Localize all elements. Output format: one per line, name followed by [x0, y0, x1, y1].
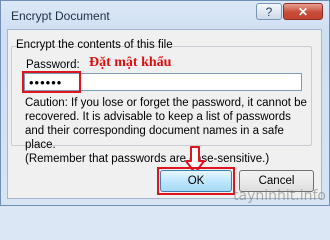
title-bar-buttons: ? ✕: [255, 3, 323, 21]
password-highlight-box: [22, 71, 81, 93]
ok-highlight-box: [157, 167, 235, 195]
password-label: Password:: [26, 59, 80, 71]
dialog-title: Encrypt Document: [11, 9, 110, 23]
caution-text: Caution: If you lose or forget the passw…: [25, 97, 307, 165]
watermark: tayninhit.info: [233, 188, 326, 204]
close-button[interactable]: ✕: [283, 3, 323, 20]
annotation-text: Đặt mật khẩu: [89, 55, 172, 70]
group-legend: Encrypt the contents of this file: [16, 39, 173, 51]
help-button[interactable]: ?: [256, 3, 282, 20]
